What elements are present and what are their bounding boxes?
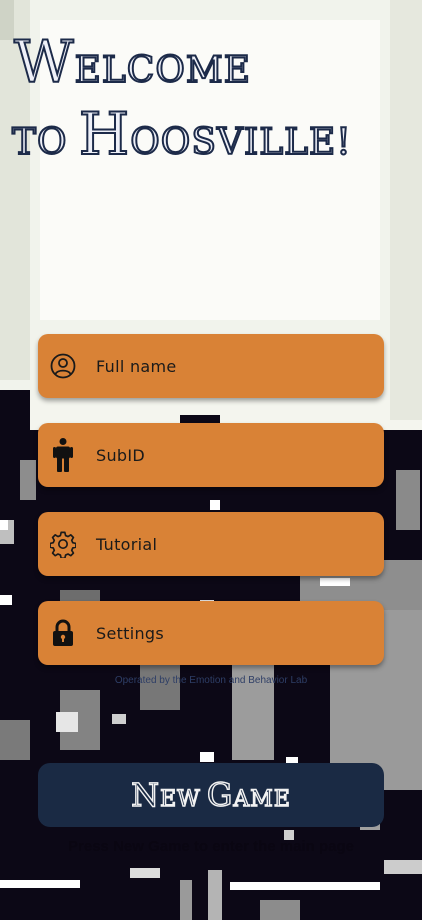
- tutorial-button[interactable]: Tutorial: [38, 512, 384, 576]
- new-game-button[interactable]: New Game: [38, 763, 384, 827]
- settings-label: Settings: [96, 623, 165, 643]
- full-name-label: Full name: [96, 356, 177, 376]
- new-game-hint: Press New Game to enter the main page: [68, 838, 354, 855]
- new-game-initial-g: G: [206, 775, 234, 814]
- credit-text: Operated by the Emotion and Behavior Lab: [114, 675, 308, 686]
- lock-icon: [50, 618, 76, 648]
- new-game-word-ame: ame: [233, 786, 291, 812]
- new-game-initial-n: N: [130, 775, 161, 814]
- new-game-label: New Game: [130, 775, 291, 814]
- full-name-button[interactable]: Full name: [38, 334, 384, 398]
- title-initial-h: H: [78, 99, 131, 169]
- tutorial-label: Tutorial: [96, 534, 158, 554]
- subid-button[interactable]: SubID: [38, 423, 384, 487]
- title-word-to: to: [11, 121, 68, 164]
- gear-icon: [50, 529, 76, 559]
- welcome-title-line1: Welcome: [13, 27, 252, 97]
- title-word-welcome-rest: elcome: [74, 49, 252, 92]
- welcome-title-line2: to Hoosville!: [11, 99, 352, 169]
- user-circle-icon: [50, 351, 76, 381]
- title-initial-w: W: [13, 27, 75, 97]
- new-game-word-ew: ew: [159, 786, 201, 812]
- settings-button[interactable]: Settings: [38, 601, 384, 665]
- person-icon: [50, 438, 76, 472]
- title-word-hoosville-rest: oosville!: [129, 121, 352, 164]
- subid-label: SubID: [96, 445, 145, 465]
